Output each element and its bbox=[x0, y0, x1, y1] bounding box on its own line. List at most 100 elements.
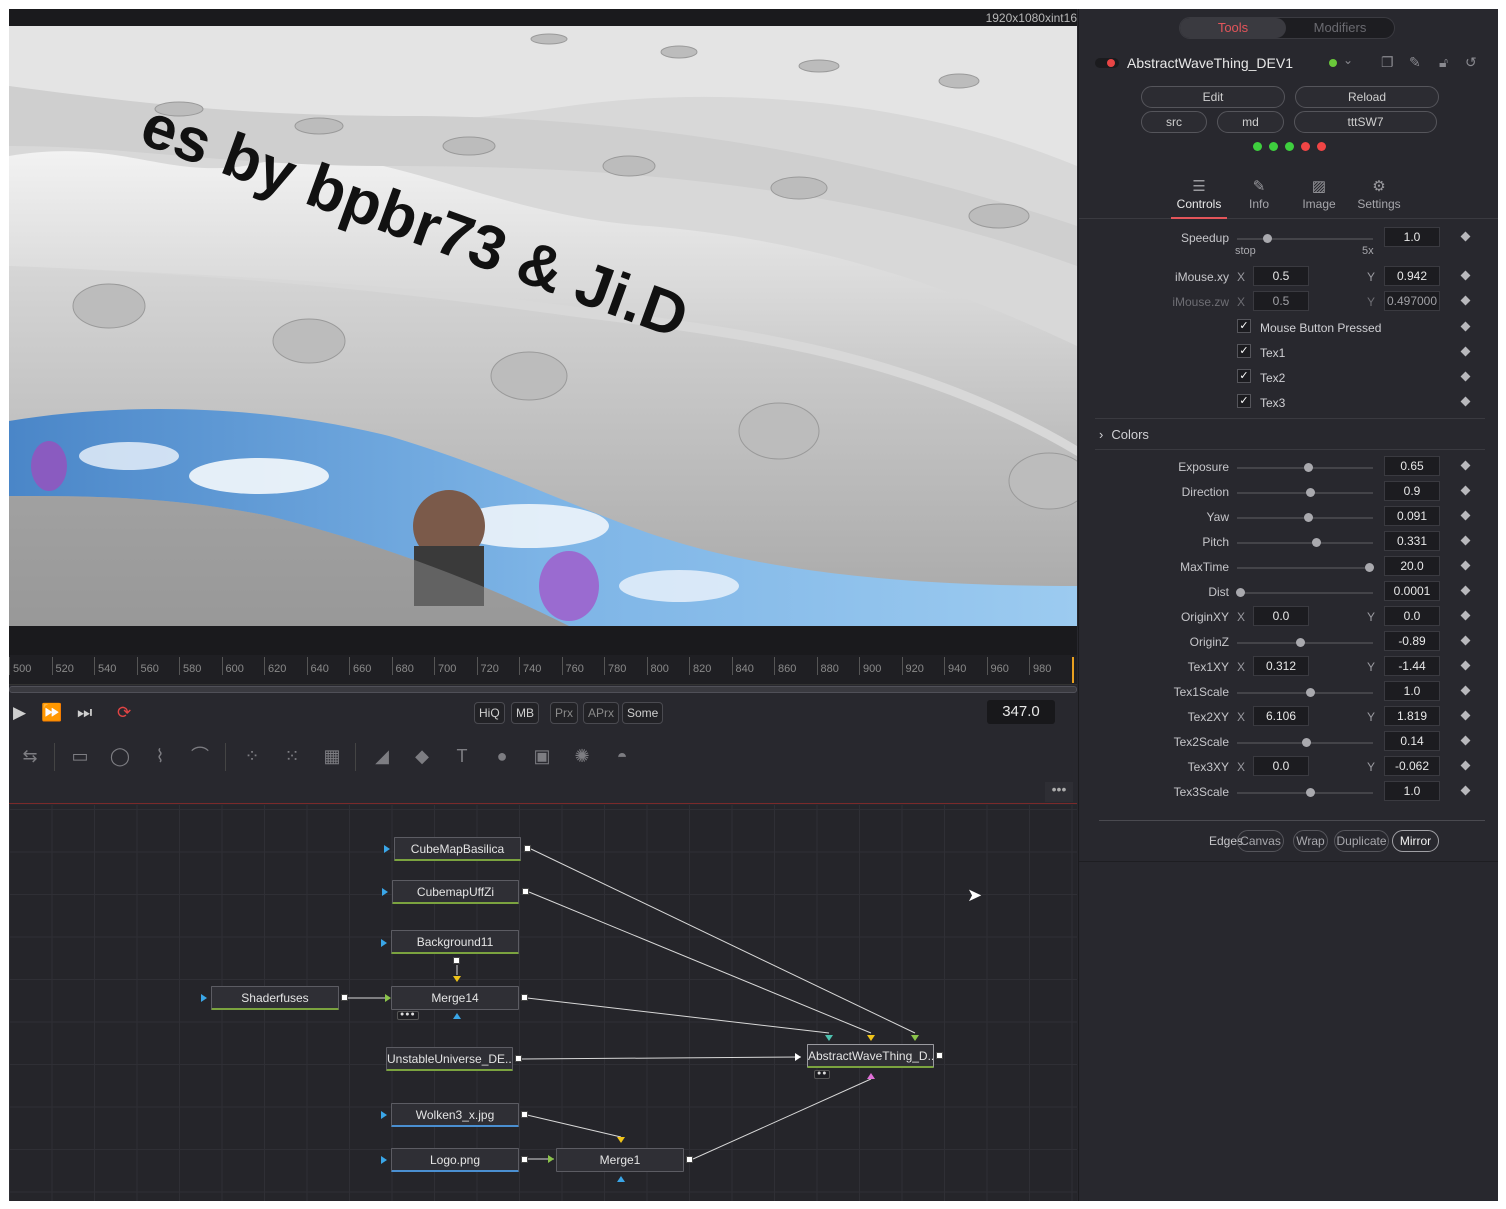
checkbox[interactable]: ✓ bbox=[1237, 319, 1251, 333]
node-unstable-universe[interactable]: UnstableUniverse_DE... bbox=[386, 1047, 513, 1071]
tab-settings[interactable]: ⚙ Settings bbox=[1351, 171, 1407, 219]
quality-button-some[interactable]: Some bbox=[622, 702, 664, 724]
tab-tools[interactable]: Tools bbox=[1180, 18, 1286, 38]
x-value-field[interactable]: 0.0 bbox=[1253, 756, 1309, 776]
more-options-button[interactable]: ••• bbox=[1045, 782, 1073, 802]
keyframe-icon[interactable] bbox=[1460, 560, 1471, 571]
x-value-field[interactable]: 6.106 bbox=[1253, 706, 1309, 726]
shape-3d-icon[interactable]: ◆ bbox=[409, 743, 435, 769]
loop-icon[interactable]: ⟳ bbox=[117, 703, 131, 723]
x-value-field[interactable]: 0.312 bbox=[1253, 656, 1309, 676]
node-background11[interactable]: Background11 bbox=[391, 930, 519, 954]
param-value-field[interactable]: 0.0001 bbox=[1384, 581, 1440, 601]
polygon-mask-icon[interactable]: ⌇ bbox=[147, 743, 173, 769]
edges-option-canvas[interactable]: Canvas bbox=[1237, 830, 1284, 852]
slider-knob[interactable] bbox=[1302, 738, 1312, 747]
output-port[interactable] bbox=[686, 1156, 693, 1163]
param-value-field[interactable]: 1.0 bbox=[1384, 681, 1440, 701]
param-slider[interactable] bbox=[1237, 538, 1373, 547]
param-slider[interactable] bbox=[1237, 513, 1373, 522]
output-port[interactable] bbox=[453, 957, 460, 964]
slider-knob[interactable] bbox=[1364, 563, 1374, 572]
keyframe-icon[interactable] bbox=[1460, 710, 1471, 721]
lock-icon[interactable]: 🔓︎ bbox=[1439, 54, 1448, 71]
keyframe-icon[interactable] bbox=[1460, 295, 1471, 306]
node-merge1[interactable]: Merge1 bbox=[556, 1148, 684, 1172]
slider-knob[interactable] bbox=[1303, 463, 1313, 472]
node-abstract-wave-thing[interactable]: AbstractWaveThing_D... bbox=[807, 1044, 934, 1068]
particle-emitter-icon[interactable]: ⁘ bbox=[239, 743, 265, 769]
camera-3d-icon[interactable]: ▣ bbox=[529, 743, 555, 769]
tab-image[interactable]: ▨ Image bbox=[1291, 171, 1347, 219]
param-slider[interactable] bbox=[1235, 588, 1373, 597]
y-value-field[interactable]: -1.44 bbox=[1384, 656, 1440, 676]
skip-to-end-icon[interactable]: ⏭ bbox=[77, 703, 92, 723]
viewer-toggle-icon[interactable]: ⇆ bbox=[17, 743, 43, 769]
param-value-field[interactable]: 0.331 bbox=[1384, 531, 1440, 551]
node-merge14[interactable]: Merge14 bbox=[391, 986, 519, 1010]
param-value-field[interactable]: 0.091 bbox=[1384, 506, 1440, 526]
edges-option-mirror[interactable]: Mirror bbox=[1392, 830, 1439, 852]
keyframe-icon[interactable] bbox=[1460, 460, 1471, 471]
keyframe-icon[interactable] bbox=[1460, 485, 1471, 496]
param-slider[interactable] bbox=[1237, 788, 1373, 797]
param-slider[interactable] bbox=[1237, 563, 1374, 572]
keyframe-icon[interactable] bbox=[1460, 396, 1471, 407]
param-slider[interactable] bbox=[1237, 234, 1373, 243]
pin-icon[interactable]: ✎ bbox=[1409, 54, 1421, 71]
keyframe-icon[interactable] bbox=[1460, 321, 1471, 332]
output-port[interactable] bbox=[341, 994, 348, 1001]
y-value-field[interactable]: 0.942 bbox=[1384, 266, 1440, 286]
current-frame-field[interactable]: 347.0 bbox=[987, 700, 1055, 724]
output-port[interactable] bbox=[515, 1055, 522, 1062]
bspline-mask-icon[interactable]: ⌒ bbox=[187, 743, 213, 769]
param-slider[interactable] bbox=[1237, 463, 1373, 472]
quality-button-hiq[interactable]: HiQ bbox=[474, 702, 505, 724]
y-value-field[interactable]: 0.497000 bbox=[1384, 291, 1440, 311]
particle-render-icon[interactable]: ⁙ bbox=[279, 743, 305, 769]
x-value-field[interactable]: 0.5 bbox=[1253, 266, 1309, 286]
keyframe-icon[interactable] bbox=[1460, 510, 1471, 521]
src-button[interactable]: src bbox=[1141, 111, 1207, 133]
slider-knob[interactable] bbox=[1295, 638, 1305, 647]
y-value-field[interactable]: -0.062 bbox=[1384, 756, 1440, 776]
param-value-field[interactable]: 0.14 bbox=[1384, 731, 1440, 751]
slider-knob[interactable] bbox=[1306, 688, 1316, 697]
slider-knob[interactable] bbox=[1262, 234, 1272, 243]
x-value-field[interactable]: 0.0 bbox=[1253, 606, 1309, 626]
input-arrow[interactable] bbox=[381, 1156, 387, 1164]
param-value-field[interactable]: 1.0 bbox=[1384, 781, 1440, 801]
node-logo[interactable]: Logo.png bbox=[391, 1148, 519, 1172]
slider-knob[interactable] bbox=[1303, 513, 1313, 522]
checkbox[interactable]: ✓ bbox=[1237, 369, 1251, 383]
keyframe-icon[interactable] bbox=[1460, 585, 1471, 596]
slider-knob[interactable] bbox=[1306, 488, 1316, 497]
param-value-field[interactable]: 20.0 bbox=[1384, 556, 1440, 576]
y-value-field[interactable]: 0.0 bbox=[1384, 606, 1440, 626]
reset-icon[interactable]: ↺ bbox=[1465, 54, 1477, 71]
edges-option-wrap[interactable]: Wrap bbox=[1293, 830, 1328, 852]
tab-controls[interactable]: ☰ Controls bbox=[1171, 171, 1227, 219]
viewer[interactable]: es by bpbr73 & Ji.D 1920x1080xint16 bbox=[9, 9, 1077, 655]
slider-knob[interactable] bbox=[1235, 588, 1245, 597]
x-value-field[interactable]: 0.5 bbox=[1253, 291, 1309, 311]
ellipse-mask-icon[interactable]: ◯ bbox=[107, 743, 133, 769]
quality-button-prx[interactable]: Prx bbox=[550, 702, 578, 724]
param-value-field[interactable]: 0.65 bbox=[1384, 456, 1440, 476]
reload-button[interactable]: Reload bbox=[1295, 86, 1439, 108]
chevron-down-icon[interactable]: ⌄ bbox=[1343, 53, 1353, 67]
keyframe-icon[interactable] bbox=[1460, 610, 1471, 621]
timeline-ruler[interactable]: 500 520 540 560 580 600 620 640 660 680 700 720 740 7… bbox=[9, 655, 1077, 685]
rectangle-mask-icon[interactable]: ▭ bbox=[67, 743, 93, 769]
param-value-field[interactable]: 0.9 bbox=[1384, 481, 1440, 501]
node-editor[interactable]: CubeMapBasilica CubemapUffZi Background1… bbox=[9, 805, 1077, 1201]
input-arrow[interactable] bbox=[381, 1111, 387, 1119]
node-cubemap-uffzi[interactable]: CubemapUffZi bbox=[392, 880, 519, 904]
playhead-marker[interactable] bbox=[1072, 657, 1074, 683]
edges-option-duplicate[interactable]: Duplicate bbox=[1334, 830, 1389, 852]
slider-knob[interactable] bbox=[1311, 538, 1321, 547]
keyframe-icon[interactable] bbox=[1460, 635, 1471, 646]
version-dot-icon[interactable] bbox=[1329, 59, 1337, 67]
keyframe-icon[interactable] bbox=[1460, 231, 1471, 242]
edit-button[interactable]: Edit bbox=[1141, 86, 1285, 108]
